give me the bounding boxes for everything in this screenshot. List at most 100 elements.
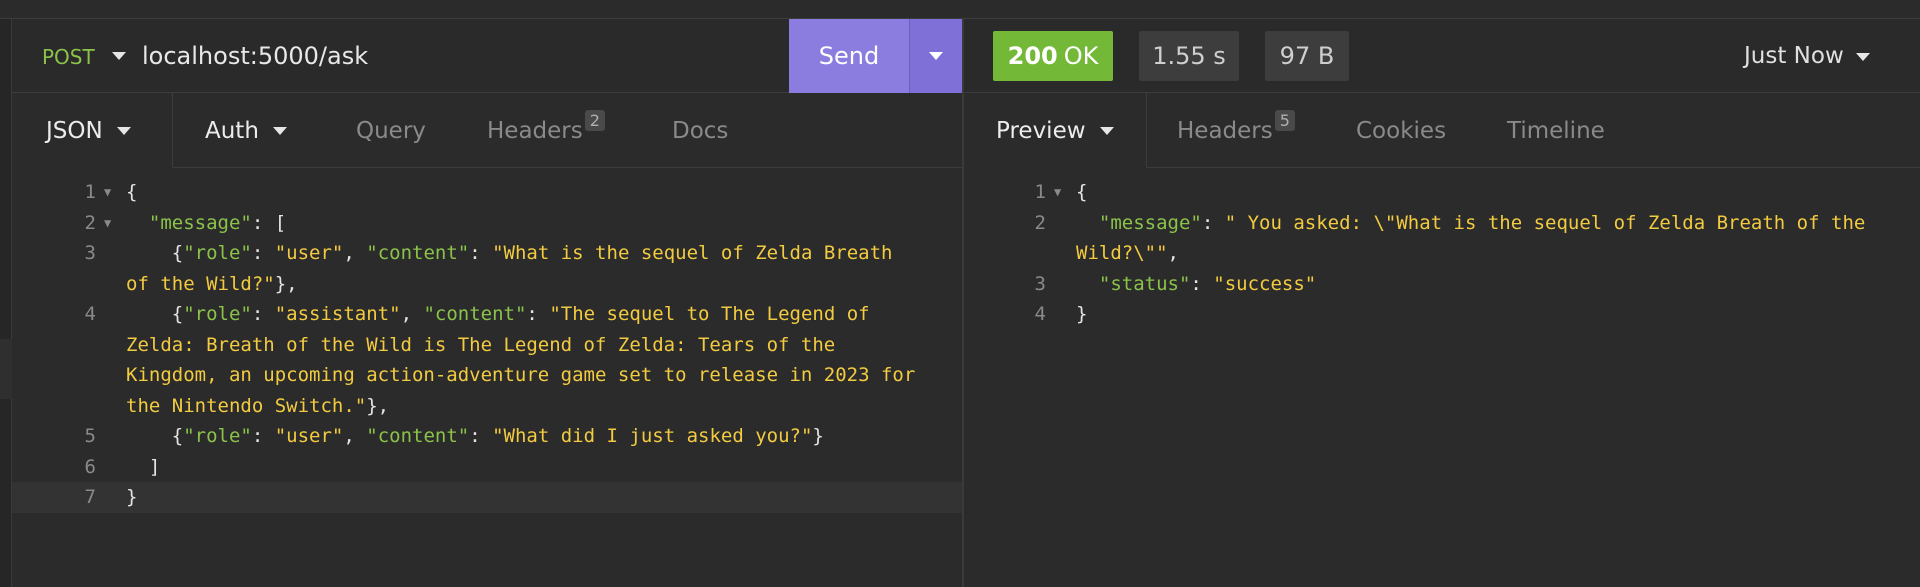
code-text: {"role": "user", "content": "What is the… — [126, 238, 893, 269]
url-input[interactable]: localhost:5000/ask — [142, 42, 368, 70]
code-line: 1 ▼ { — [12, 177, 962, 208]
tab-label: Preview — [996, 117, 1086, 144]
json-punctuation: , — [343, 425, 367, 447]
fold-toggle-icon[interactable]: ▼ — [104, 177, 111, 208]
code-line: 4 {"role": "assistant", "content": "The … — [12, 299, 962, 330]
tab-label: Headers — [487, 117, 583, 144]
json-string: "What did I just asked you?" — [492, 425, 813, 447]
status-code: 200 — [1007, 42, 1058, 70]
chevron-down-icon — [929, 52, 943, 60]
url-bar: POST localhost:5000/ask Send — [12, 19, 962, 93]
code-text: "message": [ — [126, 208, 286, 239]
code-text: of the Wild?"}, — [126, 269, 298, 300]
tab-label: Timeline — [1507, 117, 1605, 144]
request-body-editor[interactable]: 1 ▼{2 ▼ "message": [3 {"role": "user", "co… — [12, 177, 962, 513]
tab-docs[interactable]: Docs — [672, 93, 728, 168]
json-punctuation: ] — [126, 455, 161, 478]
send-button[interactable]: Send — [789, 19, 909, 93]
code-text: Wild?\"", — [1076, 238, 1179, 269]
json-punctuation: { — [126, 242, 184, 264]
code-text: {"role": "user", "content": "What did I … — [126, 421, 824, 452]
tab-preview[interactable]: Preview — [964, 93, 1146, 168]
json-key: "role" — [183, 425, 252, 447]
tab-json[interactable]: JSON — [12, 93, 172, 168]
method-dropdown-icon[interactable] — [112, 52, 126, 60]
code-line: 4} — [964, 299, 1920, 330]
code-text: { — [126, 177, 137, 208]
request-tabs: JSON Auth Query Headers 2 Docs — [12, 93, 962, 168]
json-key: "status" — [1098, 272, 1191, 295]
json-punctuation: : — [1190, 272, 1214, 295]
window-top-strip — [0, 0, 1920, 19]
line-number: 4 — [84, 303, 96, 325]
code-line: 2 "message": " You asked: \"What is the … — [964, 208, 1920, 239]
tab-label: Auth — [205, 117, 259, 144]
response-status-bar: 200 OK 1.55 s 97 B Just Now — [964, 19, 1920, 93]
json-string: Zelda: Breath of the Wild is The Legend … — [126, 333, 836, 356]
tab-label: Headers — [1177, 117, 1273, 144]
status-text: OK — [1063, 42, 1099, 70]
code-text: } — [126, 482, 137, 513]
line-number: 3 — [1034, 272, 1046, 295]
line-number: 2 — [1034, 211, 1046, 234]
fold-toggle-icon[interactable]: ▼ — [104, 208, 111, 239]
code-line: 7} — [12, 482, 962, 513]
request-pane: POST localhost:5000/ask Send JSON Auth Q… — [12, 19, 962, 587]
response-body-viewer[interactable]: 1 ▼ {2 "message": " You asked: \"What is t… — [964, 177, 1920, 330]
tab-timeline[interactable]: Timeline — [1507, 93, 1605, 168]
json-key: "content" — [366, 242, 470, 264]
json-key: "message" — [1098, 211, 1202, 234]
json-key: "role" — [183, 242, 252, 264]
tab-auth[interactable]: Auth — [205, 93, 287, 168]
tab-label: Docs — [672, 117, 729, 144]
code-text: {"role": "assistant", "content": "The se… — [126, 299, 870, 330]
json-punctuation: : — [251, 242, 275, 264]
line-number: 2 — [84, 211, 96, 234]
json-punctuation: }, — [274, 272, 298, 295]
tab-headers[interactable]: Headers 2 — [487, 93, 605, 168]
sidebar-marker — [0, 339, 12, 399]
line-number: 1 — [1034, 181, 1046, 203]
json-key: "content" — [423, 303, 527, 325]
json-key: "role" — [183, 303, 252, 325]
json-string: "success" — [1213, 272, 1317, 295]
tab-cookies[interactable]: Cookies — [1356, 93, 1446, 168]
line-number: 7 — [84, 486, 96, 508]
json-punctuation — [1076, 212, 1099, 234]
code-text: "message": " You asked: \"What is the se… — [1076, 208, 1865, 239]
tab-label: JSON — [46, 117, 103, 144]
code-line: Zelda: Breath of the Wild is The Legend … — [12, 330, 962, 361]
tab-divider — [172, 93, 173, 168]
code-text: Kingdom, an upcoming action-adventure ga… — [126, 360, 915, 391]
code-text: "status": "success" — [1076, 269, 1316, 300]
code-line: 1 ▼ { — [964, 177, 1920, 208]
response-history-dropdown[interactable]: Just Now — [1744, 43, 1870, 69]
tab-label: Query — [356, 117, 426, 144]
json-string: the Nintendo Switch." — [126, 394, 367, 417]
fold-toggle-icon[interactable]: ▼ — [1054, 177, 1061, 208]
tab-divider — [1146, 93, 1147, 168]
line-number: 1 — [84, 181, 96, 203]
code-line: Wild?\"", — [964, 238, 1920, 269]
tab-response-headers[interactable]: Headers 5 — [1177, 93, 1295, 168]
code-line: Kingdom, an upcoming action-adventure ga… — [12, 360, 962, 391]
chevron-down-icon — [272, 126, 287, 135]
code-line: of the Wild?"}, — [12, 269, 962, 300]
json-punctuation: : — [469, 242, 493, 264]
json-string: "user" — [274, 242, 344, 264]
json-punctuation: } — [1076, 303, 1088, 325]
code-line: 6 ] — [12, 452, 962, 483]
code-line: 2 ▼ "message": [ — [12, 208, 962, 239]
json-punctuation: { — [126, 303, 184, 325]
json-key: "message" — [148, 211, 252, 234]
line-number: 5 — [84, 425, 96, 447]
chevron-down-icon — [116, 126, 131, 135]
http-method-selector[interactable]: POST — [42, 45, 95, 69]
json-punctuation: : — [251, 303, 275, 325]
line-number: 4 — [1034, 303, 1046, 325]
json-punctuation: , — [343, 242, 367, 264]
tab-query[interactable]: Query — [356, 93, 426, 168]
send-options-button[interactable] — [909, 19, 962, 93]
json-string: "assistant" — [274, 303, 401, 325]
json-string: "What is the sequel of Zelda Breath — [492, 242, 893, 264]
